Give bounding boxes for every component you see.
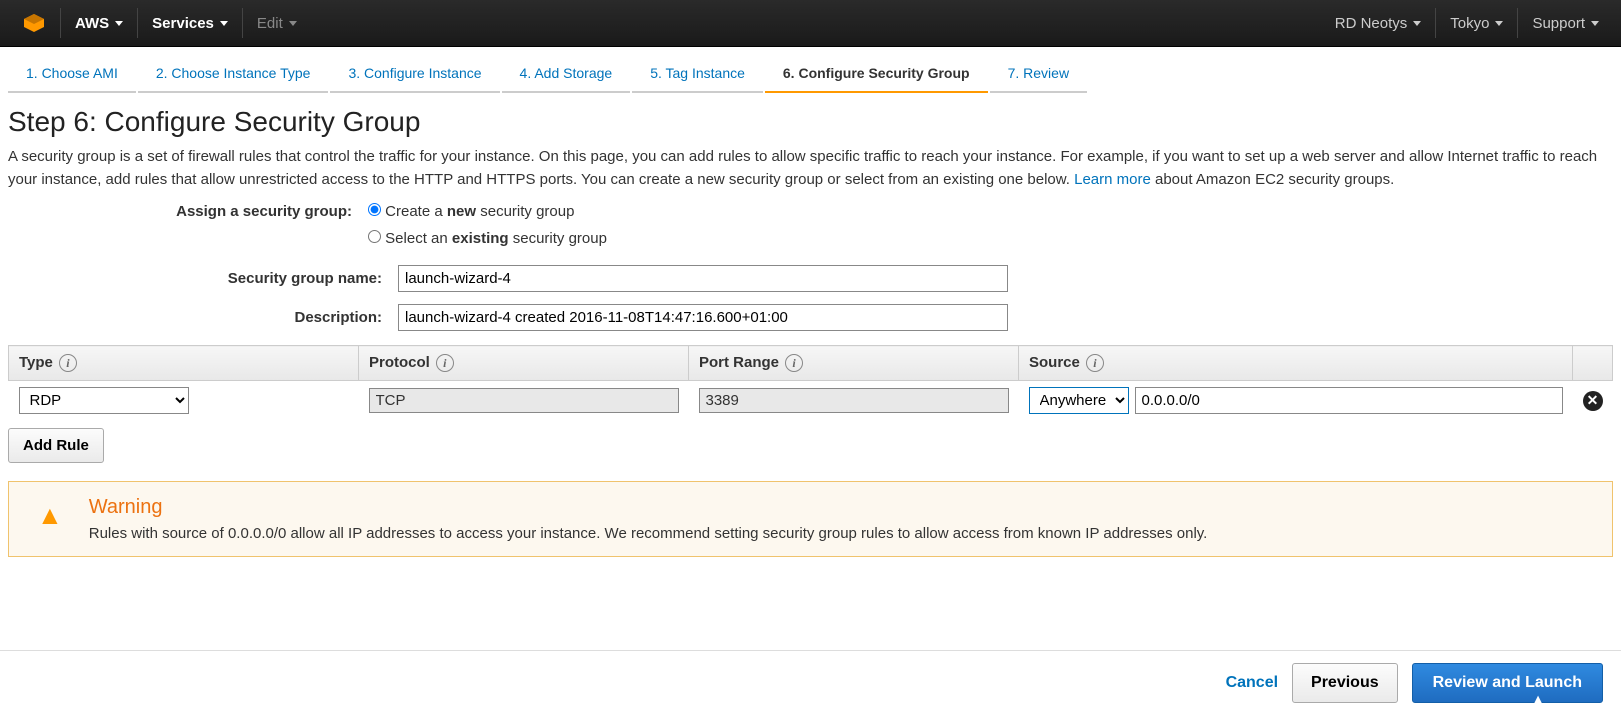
warning-triangle-icon: ▲ [37, 500, 63, 531]
account-label: RD Neotys [1335, 15, 1408, 32]
account-menu[interactable]: RD Neotys [1321, 15, 1436, 32]
intro-text-b: about Amazon EC2 security groups. [1151, 171, 1394, 188]
caret-down-icon [289, 21, 297, 26]
review-and-launch-label: Review and Launch [1433, 674, 1582, 691]
col-source: Sourcei [1019, 346, 1573, 381]
aws-menu[interactable]: AWS [61, 15, 137, 32]
cursor-pointer-icon: ▲ [1530, 692, 1546, 710]
col-protocol: Protocol i [359, 346, 689, 381]
radio-existing-pre: Select an [385, 230, 452, 247]
wizard-tabs: 1. Choose AMI 2. Choose Instance Type 3.… [0, 47, 1621, 94]
radio-new-pre: Create a [385, 203, 447, 220]
radio-select-existing-input[interactable] [368, 230, 381, 243]
caret-down-icon [1413, 21, 1421, 26]
main-content: Step 6: Configure Security Group A secur… [0, 94, 1621, 650]
page-intro: A security group is a set of firewall ru… [8, 146, 1613, 191]
radio-create-new[interactable]: Create a new security group [368, 203, 574, 220]
rule-row: RDP Anywhere ✕ [9, 381, 1613, 421]
footer: Cancel Previous Review and Launch ▲ [0, 650, 1621, 715]
tab-choose-ami[interactable]: 1. Choose AMI [8, 55, 136, 93]
col-protocol-label: Protocol [369, 354, 430, 371]
tab-review[interactable]: 7. Review [990, 55, 1087, 93]
col-source-label: Source [1029, 354, 1080, 371]
info-icon[interactable]: i [785, 354, 803, 372]
sg-desc-label: Description: [8, 309, 398, 326]
assign-sg-label: Assign a security group: [8, 203, 368, 220]
tab-tag-instance[interactable]: 5. Tag Instance [632, 55, 763, 93]
sg-name-input[interactable] [398, 265, 1008, 292]
col-type-label: Type [19, 354, 53, 371]
rule-source-mode-select[interactable]: Anywhere [1029, 387, 1129, 414]
services-menu-label: Services [152, 15, 214, 32]
topbar: AWS Services Edit RD Neotys Tokyo Suppor… [0, 0, 1621, 47]
region-label: Tokyo [1450, 15, 1489, 32]
caret-down-icon [1591, 21, 1599, 26]
warning-box: ▲ Warning Rules with source of 0.0.0.0/0… [8, 481, 1613, 557]
tab-choose-instance-type[interactable]: 2. Choose Instance Type [138, 55, 329, 93]
col-remove [1573, 346, 1613, 381]
info-icon[interactable]: i [436, 354, 454, 372]
support-menu[interactable]: Support [1518, 15, 1613, 32]
warning-title: Warning [89, 496, 1208, 519]
radio-existing-post: security group [509, 230, 607, 247]
info-icon[interactable]: i [1086, 354, 1104, 372]
rules-table: Typei Protocoli Port Rangei Sourcei RDP … [8, 345, 1613, 420]
services-menu[interactable]: Services [138, 15, 242, 32]
radio-existing-bold: existing [452, 230, 509, 247]
caret-down-icon [1495, 21, 1503, 26]
sg-desc-input[interactable] [398, 304, 1008, 331]
region-menu[interactable]: Tokyo [1436, 15, 1517, 32]
tab-configure-security-group[interactable]: 6. Configure Security Group [765, 55, 988, 93]
review-and-launch-button[interactable]: Review and Launch ▲ [1412, 663, 1603, 703]
warning-text: Rules with source of 0.0.0.0/0 allow all… [89, 525, 1208, 542]
rule-source-cidr-input[interactable] [1135, 387, 1563, 414]
edit-menu-label: Edit [257, 15, 283, 32]
caret-down-icon [220, 21, 228, 26]
rule-port-input [699, 388, 1009, 413]
info-icon[interactable]: i [59, 354, 77, 372]
radio-select-existing[interactable]: Select an existing security group [368, 230, 607, 247]
col-type: Typei [9, 346, 359, 381]
rule-type-select[interactable]: RDP [19, 387, 189, 414]
rule-protocol-input [369, 388, 679, 413]
aws-logo-icon[interactable] [20, 9, 48, 37]
tab-add-storage[interactable]: 4. Add Storage [502, 55, 631, 93]
edit-menu[interactable]: Edit [243, 15, 311, 32]
previous-button[interactable]: Previous [1292, 663, 1398, 703]
radio-new-post: security group [476, 203, 574, 220]
add-rule-button[interactable]: Add Rule [8, 428, 104, 463]
aws-menu-label: AWS [75, 15, 109, 32]
learn-more-link[interactable]: Learn more [1074, 171, 1151, 188]
radio-new-bold: new [447, 203, 476, 220]
radio-create-new-input[interactable] [368, 203, 381, 216]
page-title: Step 6: Configure Security Group [8, 106, 1613, 138]
support-label: Support [1532, 15, 1585, 32]
sg-name-label: Security group name: [8, 270, 398, 287]
col-port-label: Port Range [699, 354, 779, 371]
col-port: Port Range i [689, 346, 1019, 381]
tab-configure-instance[interactable]: 3. Configure Instance [330, 55, 499, 93]
remove-rule-icon[interactable]: ✕ [1583, 391, 1603, 411]
cancel-button[interactable]: Cancel [1226, 674, 1278, 692]
caret-down-icon [115, 21, 123, 26]
